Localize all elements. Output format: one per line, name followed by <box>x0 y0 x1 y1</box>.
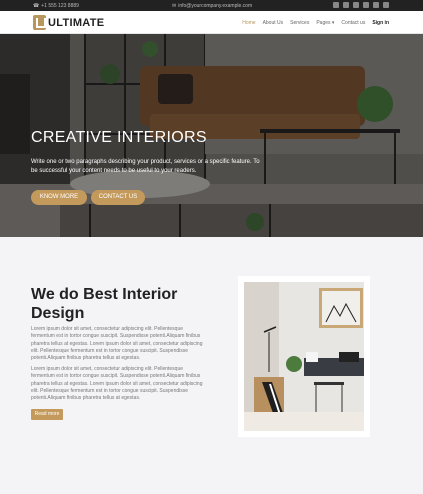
facebook-icon[interactable] <box>333 2 339 8</box>
nav-pages[interactable]: Pages ▾ <box>316 20 334 26</box>
contact-us-button[interactable]: CONTACT US <box>91 190 145 205</box>
email-text: info@yourcompany.example.com <box>178 3 253 9</box>
navbar: ULTIMATE Home About Us Services Pages ▾ … <box>0 11 423 34</box>
linkedin-icon[interactable] <box>353 2 359 8</box>
about-title: We do Best Interior Design <box>31 286 178 322</box>
phone-text: +1 555 123 8889 <box>41 3 79 9</box>
interior-photo-frame <box>238 276 370 437</box>
nav-sign-in[interactable]: Sign in <box>372 20 389 26</box>
logo[interactable]: ULTIMATE <box>33 15 104 30</box>
interior-photo <box>244 282 364 431</box>
nav-contact-us[interactable]: Contact us <box>341 20 365 26</box>
topbar-phone[interactable]: ☎ +1 555 123 8889 <box>33 3 79 9</box>
read-more-button[interactable]: Read more <box>31 409 63 420</box>
phone-icon: ☎ <box>33 3 40 9</box>
logo-text: ULTIMATE <box>48 16 105 29</box>
hero-description: Write one or two paragraphs describing y… <box>31 159 260 174</box>
github-icon[interactable] <box>383 2 389 8</box>
know-more-button[interactable]: KNOW MORE <box>31 190 87 205</box>
envelope-icon: ✉ <box>172 3 177 9</box>
caret-down-icon: ▾ <box>331 20 335 26</box>
logo-mark-icon <box>33 15 46 30</box>
about-paragraph-2: Lorem ipsum dolor sit amet, consectetur … <box>31 366 203 402</box>
youtube-icon[interactable] <box>363 2 369 8</box>
about-paragraph-1: Lorem ipsum dolor sit amet, consectetur … <box>31 326 203 362</box>
top-bar: ☎ +1 555 123 8889 ✉ info@yourcompany.exa… <box>0 0 423 11</box>
main-nav: Home About Us Services Pages ▾ Contact u… <box>242 20 389 26</box>
twitter-icon[interactable] <box>343 2 349 8</box>
nav-about-us[interactable]: About Us <box>263 20 284 26</box>
nav-pages-label: Pages <box>316 20 331 26</box>
hero-section: CREATIVE INTERIORS Write one or two para… <box>0 34 423 237</box>
nav-services[interactable]: Services <box>290 20 309 26</box>
hero-title: CREATIVE INTERIORS <box>31 129 207 146</box>
topbar-email[interactable]: ✉ info@yourcompany.example.com <box>172 3 252 9</box>
instagram-icon[interactable] <box>373 2 379 8</box>
social-links <box>333 2 389 8</box>
nav-home[interactable]: Home <box>242 20 255 26</box>
